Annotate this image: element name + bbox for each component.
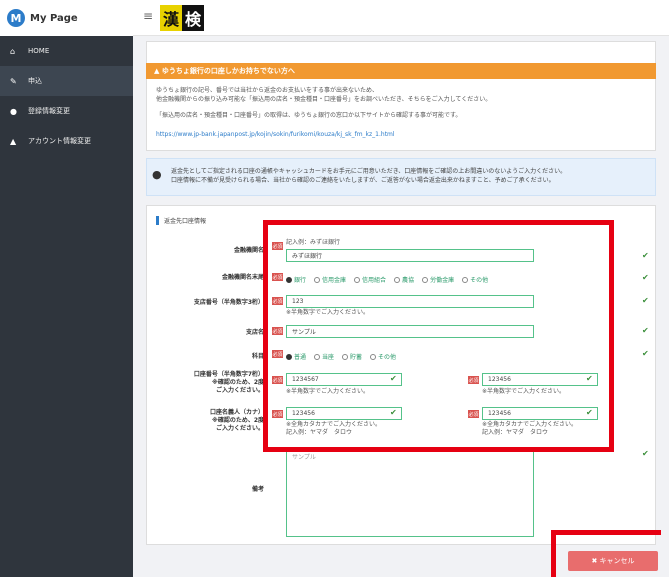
check-icon: ✔ (642, 349, 649, 358)
sidebar-item-label: 登録情報変更 (28, 107, 70, 115)
account-number-label: 口座番号（半角数字7桁） ※確認のため、2度 ご入力ください。 (166, 371, 264, 395)
account-number-label-line1: 口座番号（半角数字7桁） (193, 371, 264, 378)
home-icon: ⌂ (10, 46, 16, 56)
account-type-label: 科目 (251, 353, 264, 360)
cancel-button[interactable]: ✖ キャンセル (568, 551, 658, 571)
info-line-1: 返金先としてご指定される口座の通帳やキャッシュカードをお手元にご用意いただき、口… (171, 168, 567, 175)
top-bar (133, 0, 669, 36)
check-icon: ✔ (642, 251, 649, 260)
sidebar-item-home[interactable]: ⌂ HOME (0, 36, 133, 66)
account-number-label-line3: ご入力ください。 (215, 387, 264, 394)
notice-line-2: 他金融機関からの振り込み可能な「振込用の店名・預金種目・口座番号」をお調べいただ… (156, 96, 492, 103)
kanken-logo: 漢 検 (160, 5, 204, 31)
info-icon: ● (152, 168, 162, 181)
info-line-2: 口座情報に不備が見受けられる場合、当社から確認のご連絡をいたしますが、ご返答がな… (171, 177, 555, 184)
kanken-logo-right: 検 (182, 5, 204, 31)
sidebar: ⌂ HOME ✎ 申込 ● 登録情報変更 ▲ アカウント情報変更 (0, 36, 133, 577)
holder-label-line3: ご入力ください。 (215, 425, 264, 432)
app-title: My Page (30, 12, 78, 24)
section-title: 返金先口座情報 (156, 216, 206, 225)
branch-number-label: 支店番号（半角数字3桁） (193, 299, 264, 306)
sidebar-item-registration[interactable]: ● 登録情報変更 (0, 96, 133, 126)
info-box: 返金先としてご指定される口座の通帳やキャッシュカードをお手元にご用意いただき、口… (146, 158, 656, 196)
branch-name-label: 支店名 (245, 329, 264, 336)
notice-line-1: ゆうちょ銀行の記号、番号では当社から返金のお支払いをする事が出来ないため、 (156, 87, 379, 94)
sidebar-item-label: アカウント情報変更 (28, 137, 91, 145)
check-icon: ✔ (642, 449, 649, 458)
sidebar-item-label: 申込 (28, 77, 42, 85)
notes-label: 備考 (251, 486, 264, 493)
notes-textarea[interactable]: サンプル (286, 447, 534, 537)
sidebar-item-account[interactable]: ▲ アカウント情報変更 (0, 126, 133, 156)
notice-heading: ▲ ゆうちょ銀行の口座しかお持ちでない方へ (146, 63, 656, 79)
lock-icon: ▲ (10, 136, 17, 146)
sidebar-item-apply[interactable]: ✎ 申込 (0, 66, 133, 96)
pencil-icon: ✎ (10, 76, 17, 86)
menu-icon[interactable]: ≡ (143, 9, 153, 23)
user-icon: ● (10, 106, 17, 116)
app-brand[interactable]: M My Page (0, 0, 133, 36)
check-icon: ✔ (642, 273, 649, 282)
check-icon: ✔ (642, 296, 649, 305)
notice-url-link[interactable]: https://www.jp-bank.japanpost.jp/kojin/s… (156, 130, 395, 139)
holder-label: 口座名義人（カナ） ※確認のため、2度 ご入力ください。 (166, 409, 264, 433)
holder-label-line2: ※確認のため、2度 (211, 417, 264, 424)
kanken-logo-left: 漢 (160, 5, 182, 31)
sidebar-item-label: HOME (28, 47, 50, 55)
highlight-box-form (263, 220, 614, 452)
notice-line-3: 「振込用の店名・預金種目・口座番号」の取得は、ゆうちょ銀行の窓口か以下サイトから… (156, 112, 462, 119)
app-logo: M (7, 9, 25, 27)
account-number-label-line2: ※確認のため、2度 (211, 379, 264, 386)
holder-label-line1: 口座名義人（カナ） (209, 409, 264, 416)
bank-label: 金融機関名 (233, 247, 264, 254)
check-icon: ✔ (642, 326, 649, 335)
bank-type-label: 金融機関名末尾 (221, 274, 264, 281)
